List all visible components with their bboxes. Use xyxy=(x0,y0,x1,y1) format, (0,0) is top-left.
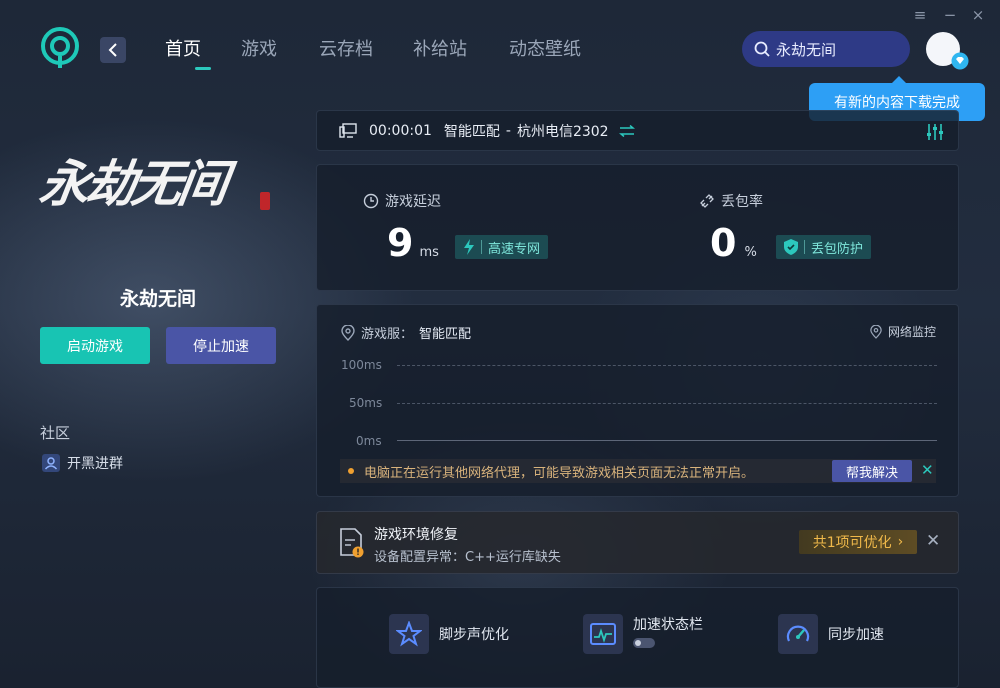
optimize-button-label: 共1项可优化 xyxy=(812,535,892,551)
clock-icon xyxy=(363,193,379,209)
close-repair-icon[interactable]: ✕ xyxy=(926,531,940,551)
grid-line xyxy=(397,365,937,366)
latency-tag: 高速专网 xyxy=(455,235,549,259)
community-item-group[interactable]: 开黑进群 xyxy=(41,453,123,473)
game-logo-text: 永劫无间 xyxy=(35,154,229,213)
tool-label: 脚步声优化 xyxy=(439,627,509,643)
server-value: 智能匹配 xyxy=(419,327,472,342)
warning-dot xyxy=(348,468,354,474)
latency-label-text: 游戏延迟 xyxy=(385,194,441,210)
back-button[interactable] xyxy=(100,37,126,63)
dismiss-warning-icon[interactable]: ✕ xyxy=(921,461,934,479)
loss-value: 0 xyxy=(710,221,737,265)
seal-icon xyxy=(260,192,270,210)
repair-title: 游戏环境修复 xyxy=(374,527,458,543)
nav-cloud-save[interactable]: 云存档 xyxy=(319,38,413,64)
broken-link-icon xyxy=(700,194,714,208)
latency-value-group: 9 ms xyxy=(387,221,439,265)
status-bar-toggle[interactable] xyxy=(633,638,655,648)
location-icon xyxy=(341,324,355,341)
tooltip-text: 有新的内容下载完成 xyxy=(834,95,960,111)
tool-label: 加速状态栏 xyxy=(633,617,703,633)
latency-tag-text: 高速专网 xyxy=(488,241,541,257)
tools-panel: 脚步声优化 加速状态栏 同步加速 xyxy=(316,587,959,688)
tag-divider xyxy=(804,240,805,254)
loss-label: 丢包率 xyxy=(699,191,763,211)
connection-time: 00:00:01 xyxy=(369,122,432,139)
connection-node: 杭州电信2302 xyxy=(516,123,609,140)
connection-mode: 智能匹配 xyxy=(443,123,500,140)
server-label-text: 游戏服： xyxy=(361,327,414,342)
tool-label: 同步加速 xyxy=(828,627,884,643)
game-title: 永劫无间 xyxy=(119,288,196,310)
repair-subtitle: 设备配置异常：C++运行库缺失 xyxy=(374,550,561,565)
search-input[interactable]: 永劫无间 xyxy=(742,31,910,67)
lightning-icon xyxy=(464,239,474,255)
settings-sliders-icon[interactable] xyxy=(926,123,944,141)
chevron-right-icon: › xyxy=(897,534,904,550)
proxy-warning-text: 电脑正在运行其他网络代理，可能导致游戏相关页面无法正常开启。 xyxy=(364,465,755,481)
stop-acceleration-button[interactable]: 停止加速 xyxy=(166,327,276,364)
nav-supply-station[interactable]: 补给站 xyxy=(413,38,509,64)
main-nav: 首页 游戏 云存档 补给站 动态壁纸 xyxy=(165,38,599,64)
nav-live-wallpaper[interactable]: 动态壁纸 xyxy=(509,38,599,64)
tool-status-bar-text: 加速状态栏 xyxy=(633,614,703,648)
menu-icon[interactable]: ≡ xyxy=(910,6,930,24)
loss-tag-text: 丢包防护 xyxy=(811,241,864,257)
latency-value: 9 xyxy=(387,221,414,265)
loss-unit: % xyxy=(744,245,757,260)
location-icon xyxy=(870,324,882,339)
community-title: 社区 xyxy=(40,424,71,442)
network-monitor-link[interactable]: 网络监控 xyxy=(870,323,936,340)
server-info: 游戏服： 智能匹配 xyxy=(341,323,471,342)
tool-status-bar[interactable]: 加速状态栏 xyxy=(583,614,703,654)
axis-label-0: 0ms xyxy=(356,434,382,448)
latency-label: 游戏延迟 xyxy=(363,191,441,211)
axis-label-50: 50ms xyxy=(349,396,383,410)
community-item-label: 开黑进群 xyxy=(67,456,123,472)
nav-home[interactable]: 首页 xyxy=(165,38,241,64)
gauge-icon xyxy=(778,614,818,654)
minimize-button[interactable]: − xyxy=(940,6,960,24)
stats-panel: 游戏延迟 9 ms 高速专网 丢包率 0 % 丢包防护 xyxy=(316,164,959,291)
search-value: 永劫无间 xyxy=(776,40,837,59)
document-warning-icon xyxy=(340,528,364,558)
grid-line xyxy=(397,403,937,404)
help-me-fix-button[interactable]: 帮我解决 xyxy=(832,460,912,482)
loss-value-group: 0 % xyxy=(710,221,757,265)
shield-icon xyxy=(784,239,798,255)
start-game-button[interactable]: 启动游戏 xyxy=(40,327,150,364)
switch-node-icon[interactable] xyxy=(618,124,635,137)
monitor-icon xyxy=(339,122,357,138)
game-logo: 永劫无间 xyxy=(36,136,276,232)
tag-divider xyxy=(481,240,482,254)
tool-sync-accelerate[interactable]: 同步加速 xyxy=(778,614,884,654)
axis-label-100: 100ms xyxy=(341,358,382,372)
pulse-icon xyxy=(583,614,623,654)
chevron-left-icon xyxy=(108,43,117,57)
loss-tag: 丢包防护 xyxy=(776,235,872,259)
connection-bar: 00:00:01 智能匹配 - 杭州电信2302 xyxy=(316,110,959,151)
nav-games[interactable]: 游戏 xyxy=(241,38,319,64)
diamond-icon xyxy=(951,52,969,70)
star-icon xyxy=(389,614,429,654)
app-logo xyxy=(40,26,80,70)
optimize-button[interactable]: 共1项可优化 › xyxy=(799,530,917,554)
tool-footstep-optimize[interactable]: 脚步声优化 xyxy=(389,614,509,654)
baseline xyxy=(397,440,937,441)
connection-separator: - xyxy=(505,122,511,139)
group-icon xyxy=(42,454,60,472)
search-icon xyxy=(754,41,770,57)
latency-unit: ms xyxy=(419,245,439,260)
loss-label-text: 丢包率 xyxy=(721,194,763,210)
close-button[interactable]: × xyxy=(968,6,988,24)
network-monitor-text: 网络监控 xyxy=(887,325,936,339)
